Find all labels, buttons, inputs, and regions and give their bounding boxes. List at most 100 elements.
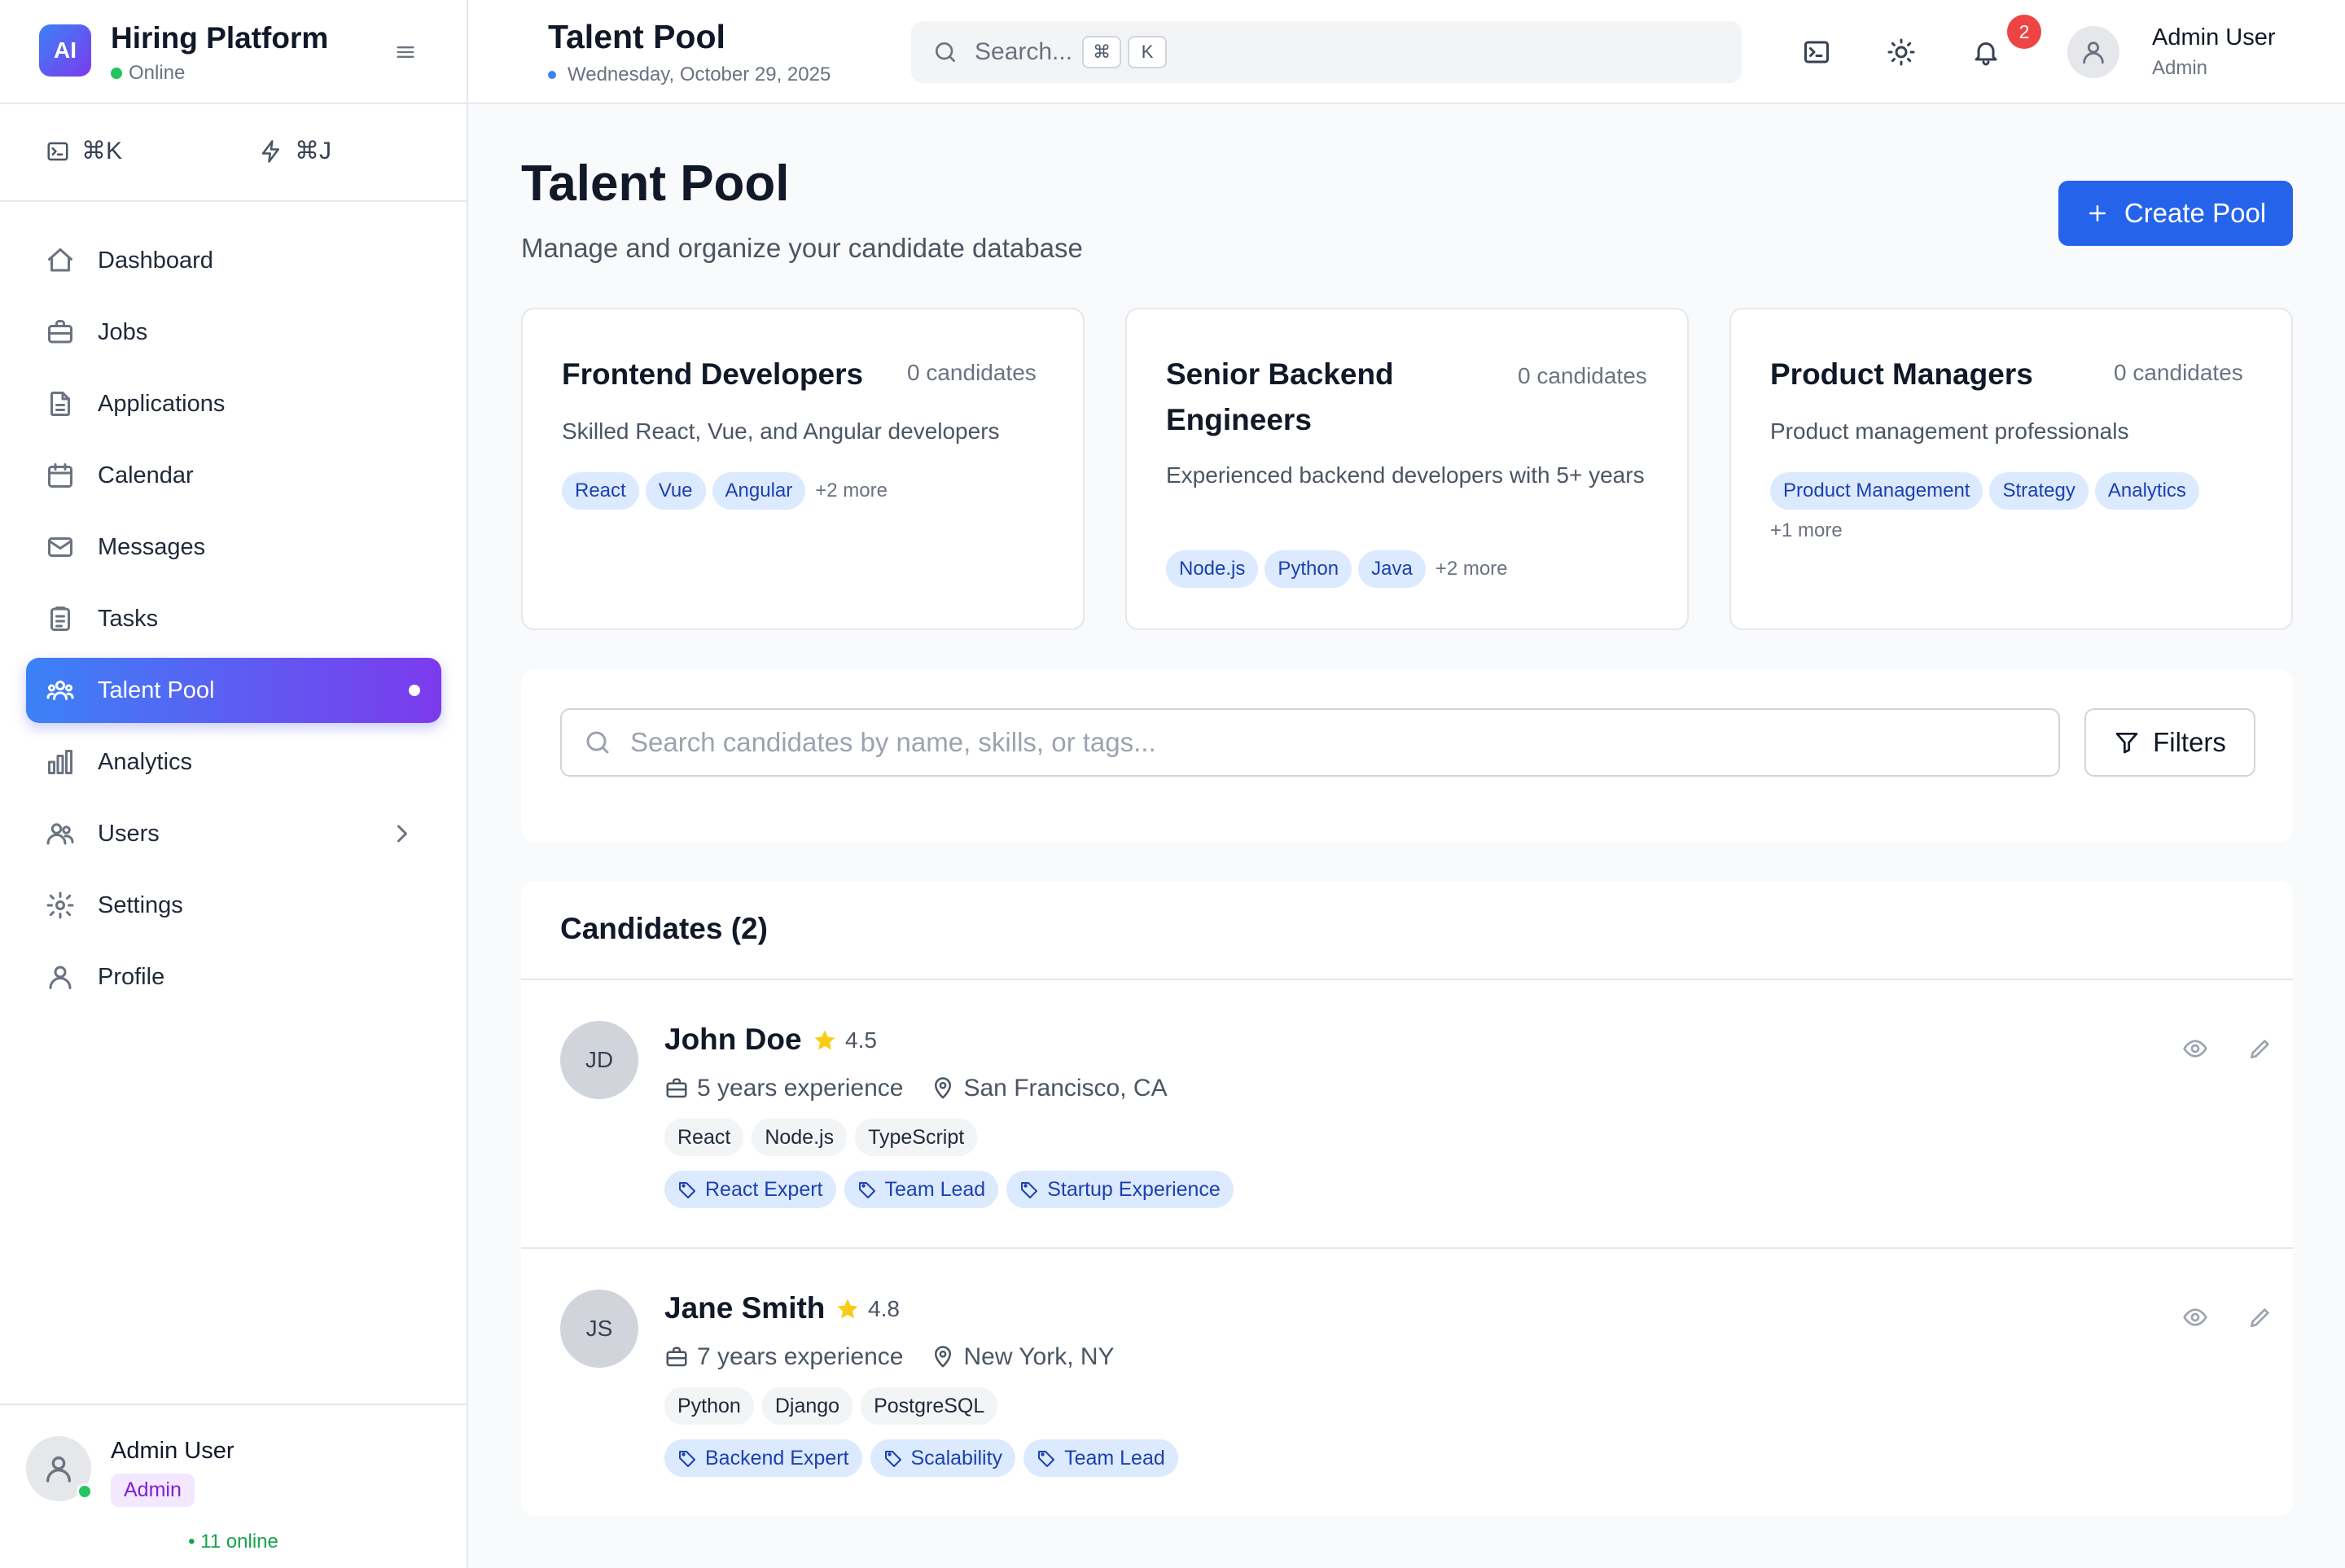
label-tag-text: Backend Expert — [705, 1447, 849, 1469]
bar-chart-icon — [48, 750, 72, 774]
skill-tag: React — [664, 1119, 744, 1156]
eye-icon — [2183, 1040, 2207, 1058]
create-pool-button[interactable]: Create Pool — [2058, 181, 2293, 246]
pool-tag: Python — [1265, 550, 1352, 588]
more-tags-label: +2 more — [815, 480, 888, 501]
sun-icon — [1887, 38, 1915, 66]
label-tag: Backend Expert — [664, 1439, 862, 1477]
quick-action-shortcut[interactable]: ⌘J — [259, 137, 331, 165]
header-user-name[interactable]: Admin User — [2152, 24, 2276, 51]
candidate-name[interactable]: John Doe — [664, 1023, 802, 1057]
shortcut-label: ⌘J — [295, 138, 331, 164]
online-status-dot — [77, 1483, 93, 1500]
header-user-role: Admin — [2152, 57, 2208, 79]
label-tag: Scalability — [870, 1439, 1016, 1477]
sidebar-item-label: Talent Pool — [98, 677, 215, 703]
home-icon — [48, 248, 72, 272]
list-item[interactable]: JD John Doe 4.5 5 years experience San F… — [521, 980, 2293, 1249]
menu-toggle-button[interactable] — [389, 36, 422, 68]
pool-tag: Node.js — [1166, 550, 1259, 588]
map-pin-icon — [935, 1077, 952, 1099]
edit-candidate-button[interactable] — [2242, 1299, 2278, 1335]
notifications-button[interactable] — [1966, 33, 2005, 72]
candidate-search-input[interactable]: Search candidates by name, skills, or ta… — [560, 708, 2060, 777]
label-tags: Backend Expert Scalability Team Lead — [664, 1439, 1178, 1477]
sidebar-item-talent-pool[interactable]: Talent Pool — [26, 658, 441, 723]
candidates-title: Candidates (2) — [560, 912, 768, 945]
label-tag-text: Scalability — [910, 1447, 1003, 1469]
sidebar-item-users[interactable]: Users — [26, 801, 441, 866]
pool-count: 0 candidates — [2114, 360, 2243, 385]
command-palette-shortcut[interactable]: ⌘K — [46, 137, 122, 165]
view-candidate-button[interactable] — [2177, 1031, 2213, 1067]
candidate-meta: 5 years experience San Francisco, CA — [664, 1075, 1168, 1102]
create-pool-label: Create Pool — [2124, 198, 2267, 228]
view-candidate-button[interactable] — [2177, 1299, 2213, 1335]
sidebar-user-name: Admin User — [111, 1438, 234, 1464]
page-title: Talent Pool — [521, 155, 790, 212]
briefcase-icon — [48, 320, 72, 344]
sidebar-item-label: Jobs — [98, 318, 148, 345]
sidebar-item-settings[interactable]: Settings — [26, 873, 441, 938]
header-date: Wednesday, October 29, 2025 — [548, 64, 831, 86]
location-label: New York, NY — [963, 1343, 1115, 1370]
sidebar-item-label: Calendar — [98, 462, 194, 488]
shortcut-key-cmd: ⌘ — [1082, 36, 1122, 68]
map-pin-icon — [935, 1346, 952, 1368]
sidebar-item-calendar[interactable]: Calendar — [26, 443, 441, 508]
brand-status: Online — [111, 62, 185, 85]
active-indicator-dot — [409, 685, 420, 696]
sidebar-item-jobs[interactable]: Jobs — [26, 300, 441, 365]
sidebar-item-label: Tasks — [98, 605, 159, 632]
sidebar-item-messages[interactable]: Messages — [26, 515, 441, 580]
avatar[interactable] — [26, 1436, 93, 1501]
sidebar-item-analytics[interactable]: Analytics — [26, 729, 441, 795]
pool-count: 0 candidates — [1518, 363, 1647, 388]
theme-toggle-button[interactable] — [1882, 33, 1921, 72]
top-bar: Talent Pool Wednesday, October 29, 2025 … — [468, 0, 2345, 104]
candidate-rating: 4.5 — [813, 1027, 877, 1053]
star-icon — [837, 1299, 858, 1319]
shortcut-label: ⌘K — [81, 138, 123, 164]
brand-logo[interactable]: AI — [39, 24, 91, 77]
tag-icon — [679, 1451, 695, 1467]
pool-card[interactable]: Senior Backend Engineers 0 candidates Ex… — [1125, 308, 1689, 630]
sidebar-item-tasks[interactable]: Tasks — [26, 586, 441, 651]
pool-title: Frontend Developers — [562, 357, 864, 391]
global-search-input[interactable]: Search... ⌘ K — [911, 21, 1742, 83]
skill-tag: TypeScript — [855, 1119, 978, 1156]
sidebar-item-applications[interactable]: Applications — [26, 371, 441, 436]
pool-card[interactable]: Frontend Developers 0 candidates Skilled… — [521, 308, 1085, 630]
filters-button[interactable]: Filters — [2084, 708, 2255, 777]
pool-tag: Vue — [645, 472, 706, 510]
terminal-button[interactable] — [1797, 33, 1836, 72]
pool-title: Product Managers — [1770, 357, 2033, 391]
user-icon — [49, 966, 72, 989]
online-count: • 11 online — [188, 1531, 278, 1553]
candidate-name[interactable]: Jane Smith — [664, 1291, 825, 1325]
sidebar-item-label: Dashboard — [98, 247, 213, 274]
avatar[interactable] — [2067, 26, 2119, 78]
avatar: JD — [560, 1021, 638, 1099]
skill-tags: React Node.js TypeScript — [664, 1119, 978, 1156]
more-tags-label: +1 more — [1770, 519, 1843, 541]
label-tag-text: Team Lead — [884, 1178, 986, 1201]
bell-icon — [1975, 42, 1997, 66]
edit-candidate-button[interactable] — [2242, 1031, 2278, 1067]
search-icon — [936, 42, 955, 62]
sidebar-item-profile[interactable]: Profile — [26, 944, 441, 1010]
tag-icon — [884, 1451, 901, 1467]
avatar: JS — [560, 1290, 638, 1368]
brand-status-label: Online — [129, 62, 186, 84]
label-tag: Team Lead — [844, 1171, 999, 1208]
label-tag: Team Lead — [1023, 1439, 1178, 1477]
list-item[interactable]: JS Jane Smith 4.8 7 years experience New… — [521, 1249, 2293, 1518]
sidebar-item-dashboard[interactable]: Dashboard — [26, 228, 441, 293]
pencil-icon — [2251, 1308, 2269, 1327]
expand-submenu-button[interactable] — [388, 819, 417, 848]
sidebar-user-card[interactable]: Admin User Admin • 11 online — [0, 1404, 467, 1568]
terminal-icon — [1804, 41, 1829, 64]
document-icon — [50, 392, 70, 416]
pool-card[interactable]: Product Managers 0 candidates Product ma… — [1729, 308, 2293, 630]
pool-description: Skilled React, Vue, and Angular develope… — [562, 418, 1000, 444]
